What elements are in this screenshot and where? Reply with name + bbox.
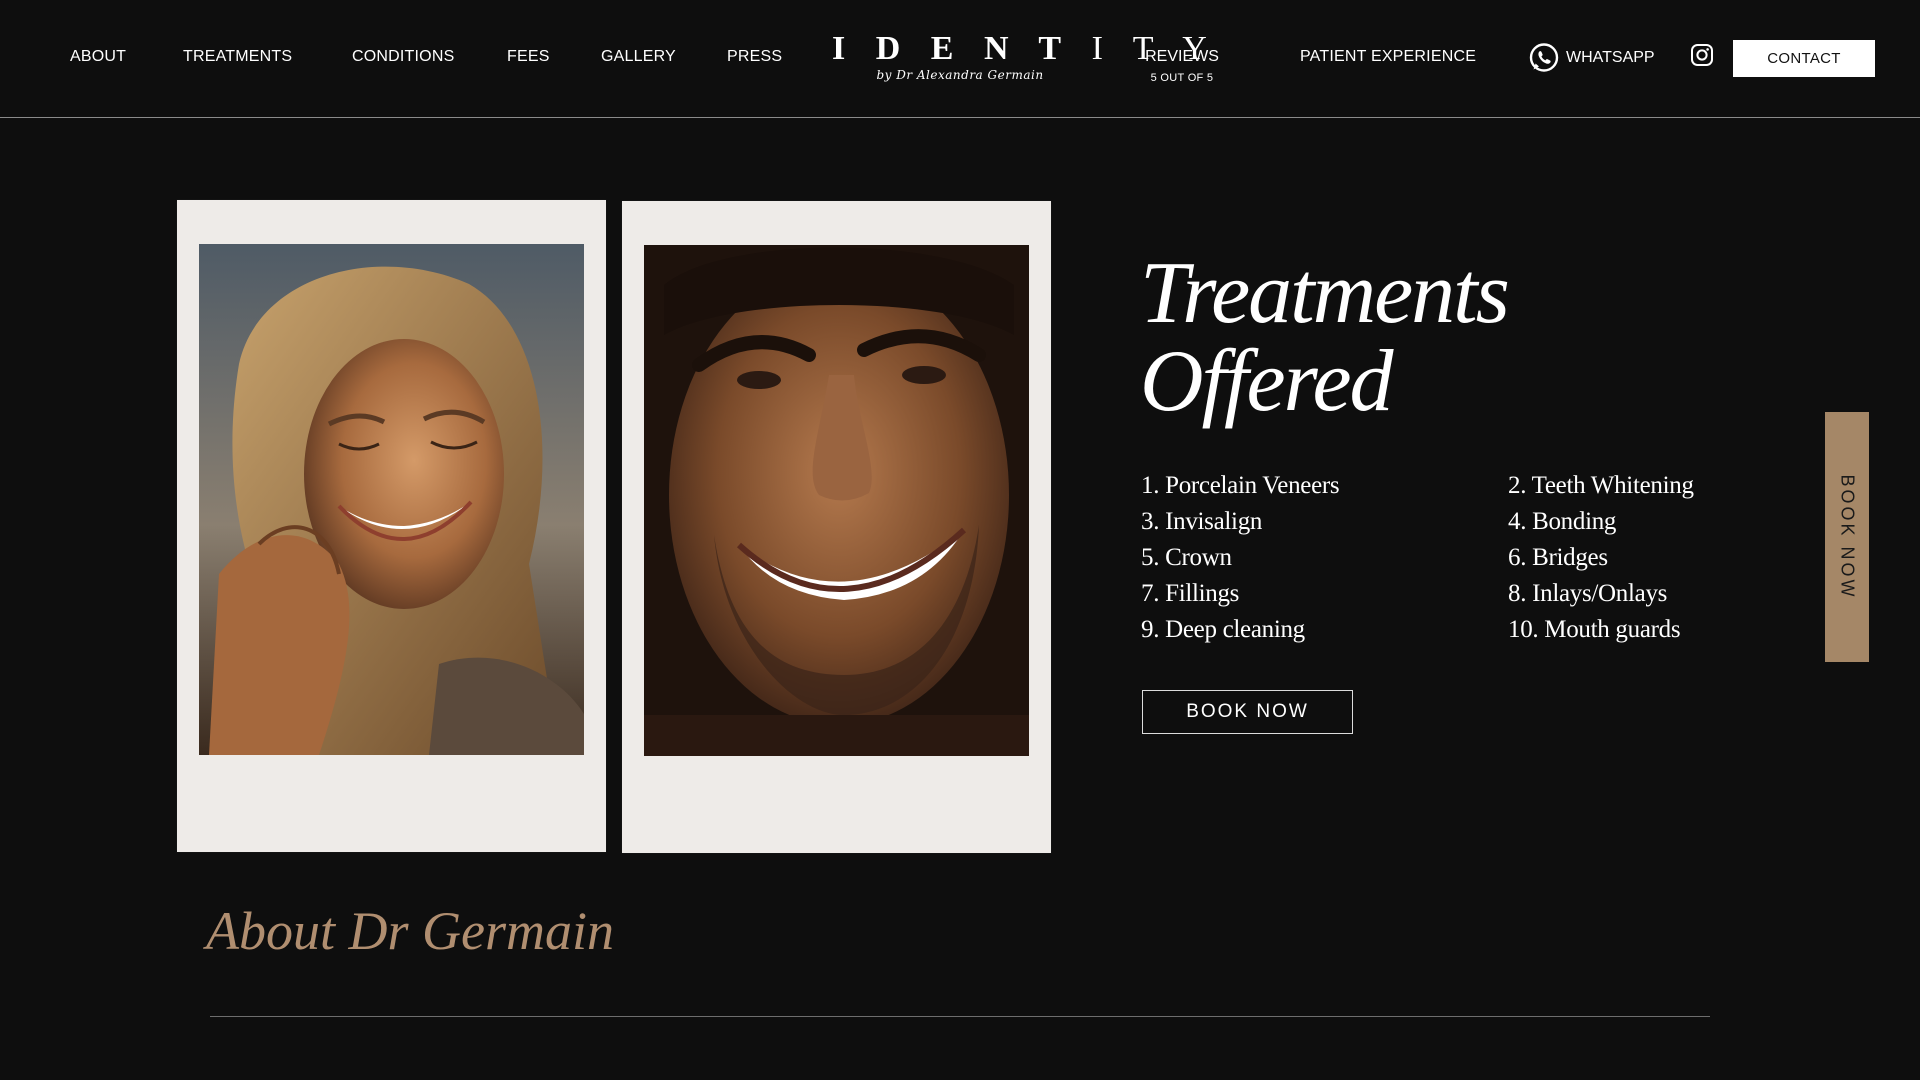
treatment-item[interactable]: 8. Inlays/Onlays <box>1508 576 1781 612</box>
instagram-icon[interactable] <box>1690 43 1714 67</box>
whatsapp-label: WHATSAPP <box>1566 49 1655 66</box>
nav-fees[interactable]: FEES <box>507 48 550 66</box>
reviews-rating: 5 OUT OF 5 <box>1150 72 1214 84</box>
book-now-side-tab[interactable]: BOOK NOW <box>1825 412 1869 662</box>
whatsapp-icon <box>1529 43 1559 72</box>
side-tab-label: BOOK NOW <box>1837 474 1858 600</box>
treatment-item[interactable]: 9. Deep cleaning <box>1141 612 1508 648</box>
photo-smiling-woman <box>199 244 584 755</box>
treatment-item[interactable]: 2. Teeth Whitening <box>1508 468 1781 504</box>
logo-wordmark: I D E N T I T Y <box>832 30 1218 67</box>
treatments-heading-line2: Offered <box>1140 333 1394 430</box>
contact-button[interactable]: CONTACT <box>1733 40 1875 77</box>
nav-conditions[interactable]: CONDITIONS <box>352 48 454 66</box>
nav-press[interactable]: PRESS <box>727 48 782 66</box>
nav-patient-experience[interactable]: PATIENT EXPERIENCE <box>1300 48 1476 66</box>
nav-treatments[interactable]: TREATMENTS <box>183 48 292 66</box>
polaroid-frame-man <box>622 201 1051 853</box>
nav-about[interactable]: ABOUT <box>70 48 126 66</box>
whatsapp-link[interactable]: WHATSAPP <box>1528 42 1655 74</box>
polaroid-frame-woman <box>177 200 606 852</box>
section-divider <box>210 1016 1710 1017</box>
treatments-list: 1. Porcelain Veneers 2. Teeth Whitening … <box>1141 468 1781 648</box>
treatment-item[interactable]: 7. Fillings <box>1141 576 1508 612</box>
site-header: ABOUT TREATMENTS CONDITIONS FEES GALLERY… <box>0 0 1920 118</box>
treatment-item[interactable]: 10. Mouth guards <box>1508 612 1781 648</box>
site-logo[interactable]: I D E N T I T Y by Dr Alexandra Germain <box>832 30 1218 94</box>
treatment-item[interactable]: 4. Bonding <box>1508 504 1781 540</box>
treatments-heading: Treatments Offered <box>1140 250 1600 426</box>
photo-smiling-man <box>644 245 1029 756</box>
treatments-heading-line1: Treatments <box>1140 245 1510 342</box>
treatment-item[interactable]: 6. Bridges <box>1508 540 1781 576</box>
nav-reviews[interactable]: REVIEWS 5 OUT OF 5 <box>1130 48 1234 84</box>
book-now-button[interactable]: BOOK NOW <box>1142 690 1353 734</box>
treatment-item[interactable]: 1. Porcelain Veneers <box>1141 468 1508 504</box>
about-heading: About Dr Germain <box>206 901 614 961</box>
nav-gallery[interactable]: GALLERY <box>601 48 676 66</box>
treatment-item[interactable]: 5. Crown <box>1141 540 1508 576</box>
logo-subtitle: by Dr Alexandra Germain <box>876 68 1044 82</box>
treatment-item[interactable]: 3. Invisalign <box>1141 504 1508 540</box>
reviews-label: REVIEWS <box>1145 48 1219 65</box>
